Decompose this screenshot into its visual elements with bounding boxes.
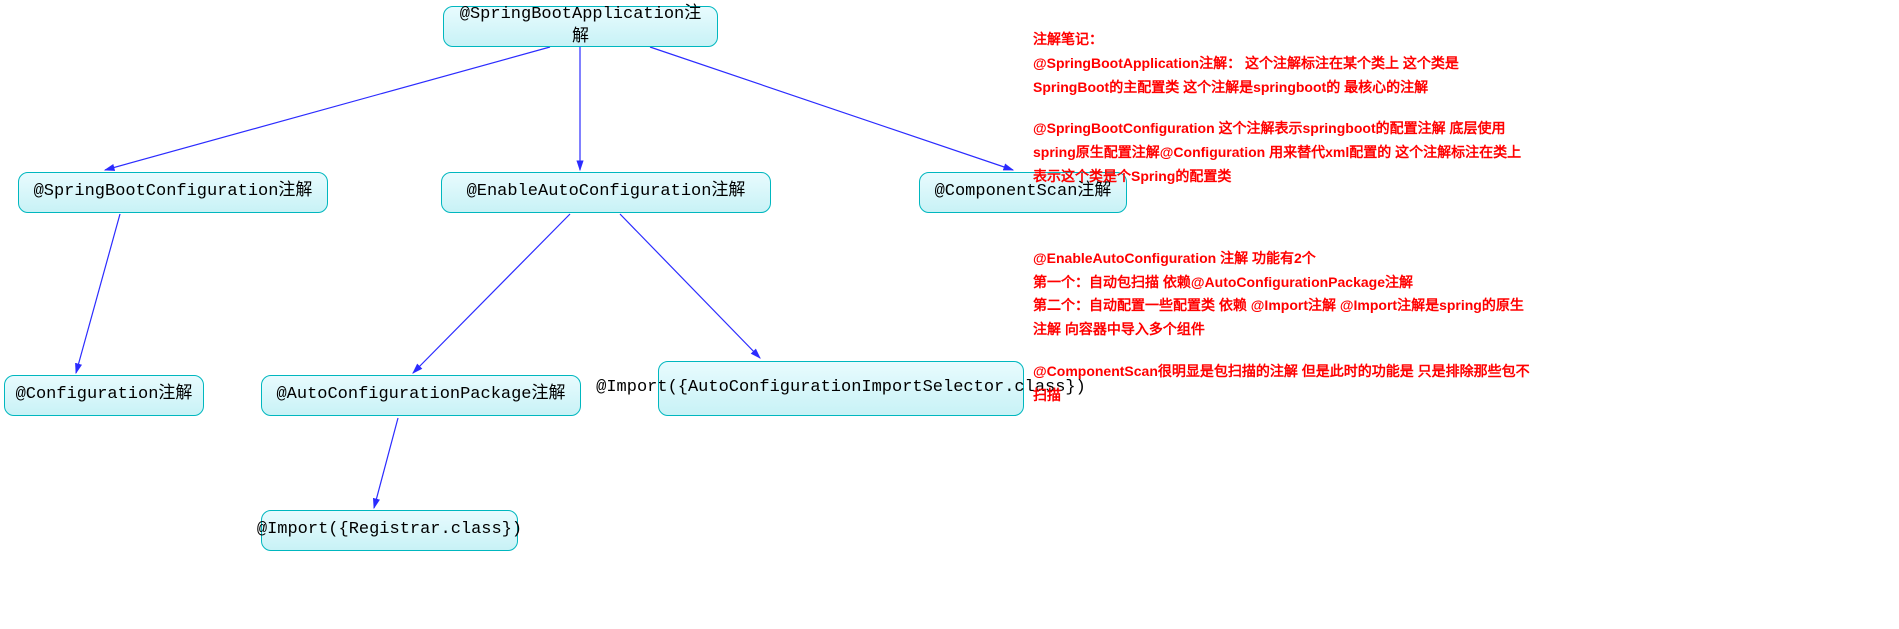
node-configuration[interactable]: @Configuration注解 <box>4 375 204 416</box>
note-paragraph-1: 注解笔记： @SpringBootApplication注解： 这个注解标注在某… <box>1033 28 1533 99</box>
note-paragraph-2: @SpringBootConfiguration 这个注解表示springboo… <box>1033 117 1533 188</box>
note-line: @SpringBootApplication注解： 这个注解标注在某个类上 这个… <box>1033 52 1533 100</box>
node-enableautoconfiguration[interactable]: @EnableAutoConfiguration注解 <box>441 172 771 213</box>
node-springbootapplication[interactable]: @SpringBootApplication注解 <box>443 6 718 47</box>
node-label: @SpringBootApplication注解 <box>454 4 707 50</box>
note-line: @SpringBootConfiguration 这个注解表示springboo… <box>1033 117 1533 188</box>
node-label: @Configuration注解 <box>16 384 193 407</box>
node-springbootconfiguration[interactable]: @SpringBootConfiguration注解 <box>18 172 328 213</box>
node-autoconfigurationpackage[interactable]: @AutoConfigurationPackage注解 <box>261 375 581 416</box>
note-line: @EnableAutoConfiguration 注解 功能有2个 <box>1033 247 1533 271</box>
note-paragraph-4: @ComponentScan很明显是包扫描的注解 但是此时的功能是 只是排除那些… <box>1033 360 1533 408</box>
node-label: @EnableAutoConfiguration注解 <box>467 181 746 204</box>
node-label: @AutoConfigurationPackage注解 <box>276 384 565 407</box>
node-label: @Import({AutoConfigurationImportSelector… <box>596 377 1086 400</box>
note-paragraph-3: @EnableAutoConfiguration 注解 功能有2个 第一个：自动… <box>1033 247 1533 342</box>
node-label: @Import({Registrar.class}) <box>257 519 522 542</box>
annotation-notes: 注解笔记： @SpringBootApplication注解： 这个注解标注在某… <box>1033 28 1533 426</box>
note-line: 第二个：自动配置一些配置类 依赖 @Import注解 @Import注解是spr… <box>1033 294 1533 342</box>
node-import-autoconfigurationimportselector[interactable]: @Import({AutoConfigurationImportSelector… <box>658 361 1024 416</box>
note-line: @ComponentScan很明显是包扫描的注解 但是此时的功能是 只是排除那些… <box>1033 360 1533 408</box>
note-line: 第一个：自动包扫描 依赖@AutoConfigurationPackage注解 <box>1033 271 1533 295</box>
node-label: @SpringBootConfiguration注解 <box>34 181 313 204</box>
node-import-registrar[interactable]: @Import({Registrar.class}) <box>261 510 518 551</box>
note-line: 注解笔记： <box>1033 28 1533 52</box>
